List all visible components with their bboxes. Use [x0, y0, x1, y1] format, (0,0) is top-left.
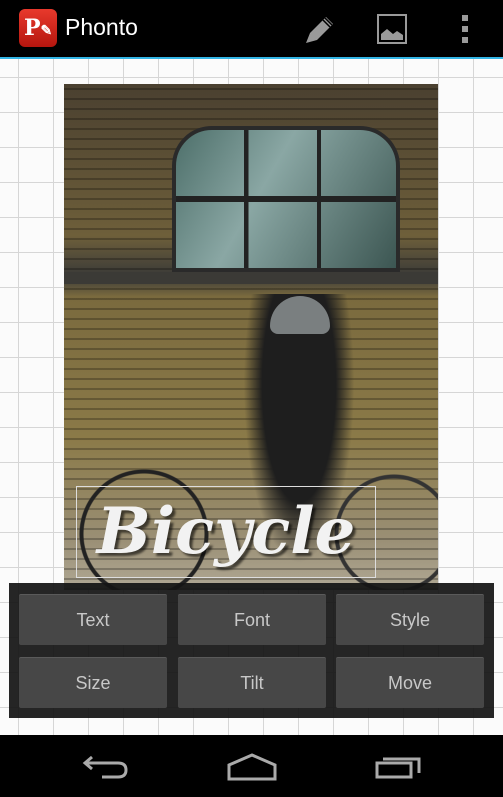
- pencil-icon[interactable]: [302, 12, 336, 46]
- overflow-menu-icon[interactable]: [448, 12, 482, 46]
- app-title: Phonto: [65, 14, 138, 40]
- move-button[interactable]: Move: [336, 657, 484, 708]
- action-bar: P✎ Phonto: [0, 0, 503, 57]
- overlay-text[interactable]: Bicycle: [76, 486, 376, 578]
- window: [172, 126, 400, 272]
- font-button[interactable]: Font: [178, 594, 326, 645]
- style-button[interactable]: Style: [336, 594, 484, 645]
- home-icon[interactable]: [227, 753, 277, 781]
- tilt-button[interactable]: Tilt: [178, 657, 326, 708]
- navigation-bar: [0, 735, 503, 797]
- recent-apps-icon[interactable]: [375, 753, 423, 781]
- ledge: [64, 272, 438, 284]
- image-icon[interactable]: [375, 12, 409, 46]
- edit-panel: Text Font Style Size Tilt Move: [9, 583, 494, 718]
- app-logo[interactable]: P✎: [19, 9, 57, 47]
- back-icon[interactable]: [82, 753, 130, 781]
- size-button[interactable]: Size: [19, 657, 167, 708]
- text-button[interactable]: Text: [19, 594, 167, 645]
- photo[interactable]: Bicycle: [64, 84, 438, 590]
